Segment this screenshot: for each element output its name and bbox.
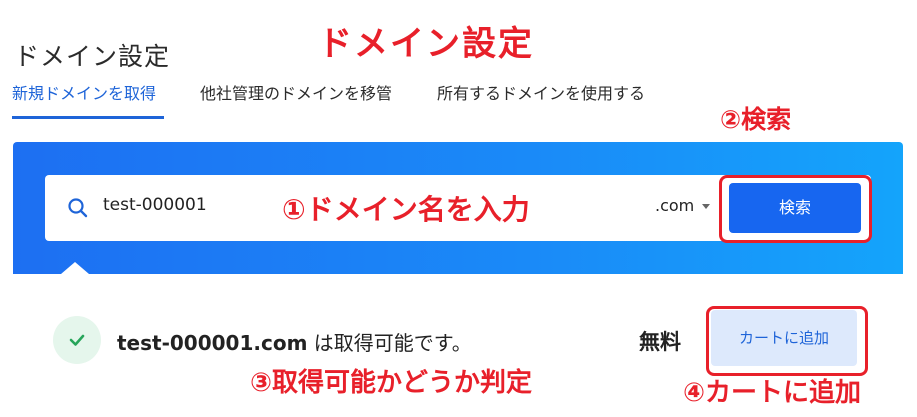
search-icon [67, 197, 89, 219]
annotation-step-search: ②検索 [720, 105, 792, 134]
search-button-highlight [719, 175, 872, 243]
tab-new-domain[interactable]: 新規ドメインを取得 [12, 80, 156, 104]
active-tab-indicator [12, 116, 164, 119]
tld-select-value: .com [655, 196, 695, 215]
domain-price: 無料 [639, 330, 681, 354]
chevron-down-icon [702, 204, 711, 209]
annotation-title: ドメイン設定 [318, 24, 534, 64]
annotation-step-add-to-cart: ④カートに追加 [683, 378, 862, 408]
availability-message: test-000001.com は取得可能です。 [117, 327, 472, 356]
domain-search-input[interactable]: test-000001 [103, 195, 207, 215]
tld-select[interactable]: .com [655, 196, 711, 215]
available-status-badge [53, 316, 101, 364]
annotation-step-availability: ③取得可能かどうか判定 [250, 368, 533, 398]
page-title: ドメイン設定 [14, 41, 171, 71]
result-message: は取得可能です。 [307, 331, 472, 355]
annotation-step-enter-domain: ①ドメイン名を入力 [282, 193, 530, 226]
cart-button-highlight [706, 306, 868, 376]
check-icon [69, 334, 85, 346]
result-domain: test-000001.com [117, 331, 308, 355]
tab-use-own-domain[interactable]: 所有するドメインを使用する [437, 80, 645, 104]
tab-transfer-domain[interactable]: 他社管理のドメインを移管 [200, 80, 392, 104]
result-pointer [61, 262, 89, 274]
